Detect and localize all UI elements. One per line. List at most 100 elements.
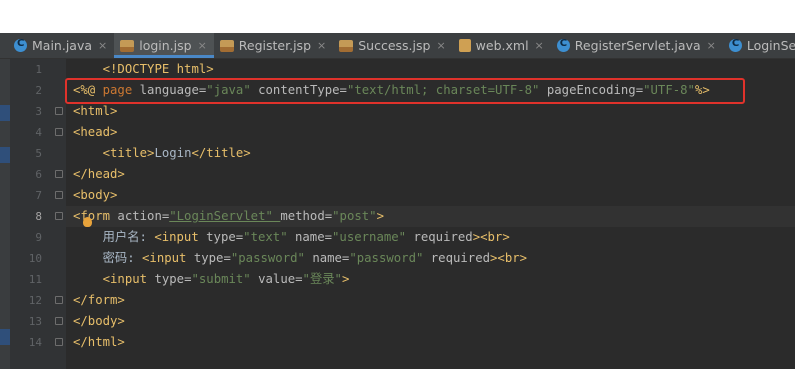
code-token: > [341,272,350,286]
code-token: "登录" [302,272,342,286]
line-number: 2 [35,84,42,97]
tab-web-xml[interactable]: web.xml × [453,33,551,58]
code-token: value= [258,272,303,286]
code-token: > [376,209,384,223]
code-line[interactable]: <title>Login</title> [66,143,795,164]
gutter-strip [0,59,10,369]
fold-marker-icon[interactable] [55,338,63,346]
line-number: 4 [35,126,42,139]
line-number: 14 [28,336,42,349]
fold-marker-icon[interactable] [55,107,63,115]
code-token: name= [295,230,333,244]
code-token: "submit" [191,272,259,286]
code-token: <input [154,230,207,244]
code-line[interactable]: <html> [66,101,795,122]
code-token: <form [73,209,118,223]
code-token: </title> [191,146,251,160]
line-number: 1 [35,63,42,76]
line-number: 12 [28,294,42,307]
code-token: 用户名: [73,230,155,244]
code-token: <body> [73,188,118,202]
code-token: pageEncoding= [546,83,644,97]
code-token: "username" [332,230,414,244]
tab-main-java[interactable]: Main.java × [8,33,114,58]
fold-marker-icon[interactable] [55,191,63,199]
code-line[interactable]: </form> [66,290,795,311]
code-token: "LoginServlet" [169,209,281,223]
code-token: "UTF-8" [643,83,695,97]
fold-marker-icon[interactable] [55,296,63,304]
code-token: type= [154,272,192,286]
code-token: </html> [73,335,125,349]
line-number: 7 [35,189,42,202]
code-token: </head> [73,167,125,181]
close-tab-icon[interactable]: × [317,39,326,52]
close-tab-icon[interactable]: × [707,39,716,52]
java-class-icon [14,38,27,52]
code-token: required [413,230,473,244]
fold-marker-icon[interactable] [55,170,63,178]
line-number: 9 [35,231,42,244]
code-token: ><br> [472,230,510,244]
code-token: <title> [102,146,155,160]
code-line[interactable]: <!DOCTYPE html> [66,59,795,80]
code-token: "text" [243,230,295,244]
code-token: action= [117,209,170,223]
code-token: type= [206,230,244,244]
line-number: 6 [35,168,42,181]
code-line[interactable]: <form action="LoginServlet" method="post… [66,206,795,227]
editor-tab-bar: Main.java×login.jsp×Register.jsp×Success… [0,33,795,59]
code-line[interactable]: <body> [66,185,795,206]
tab-success-jsp[interactable]: Success.jsp × [333,33,452,58]
code-line[interactable]: <head> [66,122,795,143]
code-line[interactable]: </head> [66,164,795,185]
tab-label: web.xml [475,38,529,53]
tab-loginservlet-java[interactable]: LoginServlet.java [723,33,795,58]
fold-marker-icon[interactable] [55,128,63,136]
code-line[interactable]: </html> [66,332,795,353]
line-number: 10 [28,252,42,265]
tab-login-jsp[interactable]: login.jsp × [114,33,214,58]
change-marker [0,105,10,121]
change-marker [0,329,10,345]
code-line[interactable]: 用户名: <input type="text" name="username" … [66,227,795,248]
code-token: <input [102,272,155,286]
jsp-file-icon [120,39,135,52]
line-number: 3 [35,105,42,118]
jsp-file-icon [219,39,234,52]
tab-label: Main.java [32,38,93,53]
code-token: language= [139,83,207,97]
code-line[interactable]: <input type="submit" value="登录"> [66,269,795,290]
fold-marker-icon[interactable] [55,317,63,325]
close-tab-icon[interactable]: × [98,39,107,52]
tab-label: LoginServlet.java [746,38,795,53]
tab-register-jsp[interactable]: Register.jsp × [214,33,333,58]
code-token: <html> [73,104,118,118]
line-number: 13 [28,315,42,328]
close-tab-icon[interactable]: × [198,39,207,52]
fold-marker-icon[interactable] [55,212,63,220]
intention-bulb-icon[interactable] [83,217,92,227]
line-number: 8 [35,210,42,223]
close-tab-icon[interactable]: × [436,39,445,52]
code-token: 密码: [73,251,143,265]
tab-label: login.jsp [139,38,192,53]
line-number: 11 [28,273,42,286]
java-class-icon [728,38,742,52]
code-token: <%@ [73,83,103,97]
tab-registerservlet-java[interactable]: RegisterServlet.java × [551,33,723,58]
code-token: "password" [349,251,431,265]
code-line[interactable]: </body> [66,311,795,332]
close-tab-icon[interactable]: × [535,39,544,52]
code-token: <head> [73,125,118,139]
code-token: "password" [230,251,313,265]
code-editor[interactable]: <!DOCTYPE html> <%@ page language="java" … [66,59,795,369]
line-number: 5 [35,147,42,160]
code-line[interactable]: <%@ page language="java" contentType="te… [66,80,795,101]
jsp-file-icon [339,39,354,52]
code-token: <input [142,251,194,265]
code-line[interactable]: 密码: <input type="password" name="passwor… [66,248,795,269]
